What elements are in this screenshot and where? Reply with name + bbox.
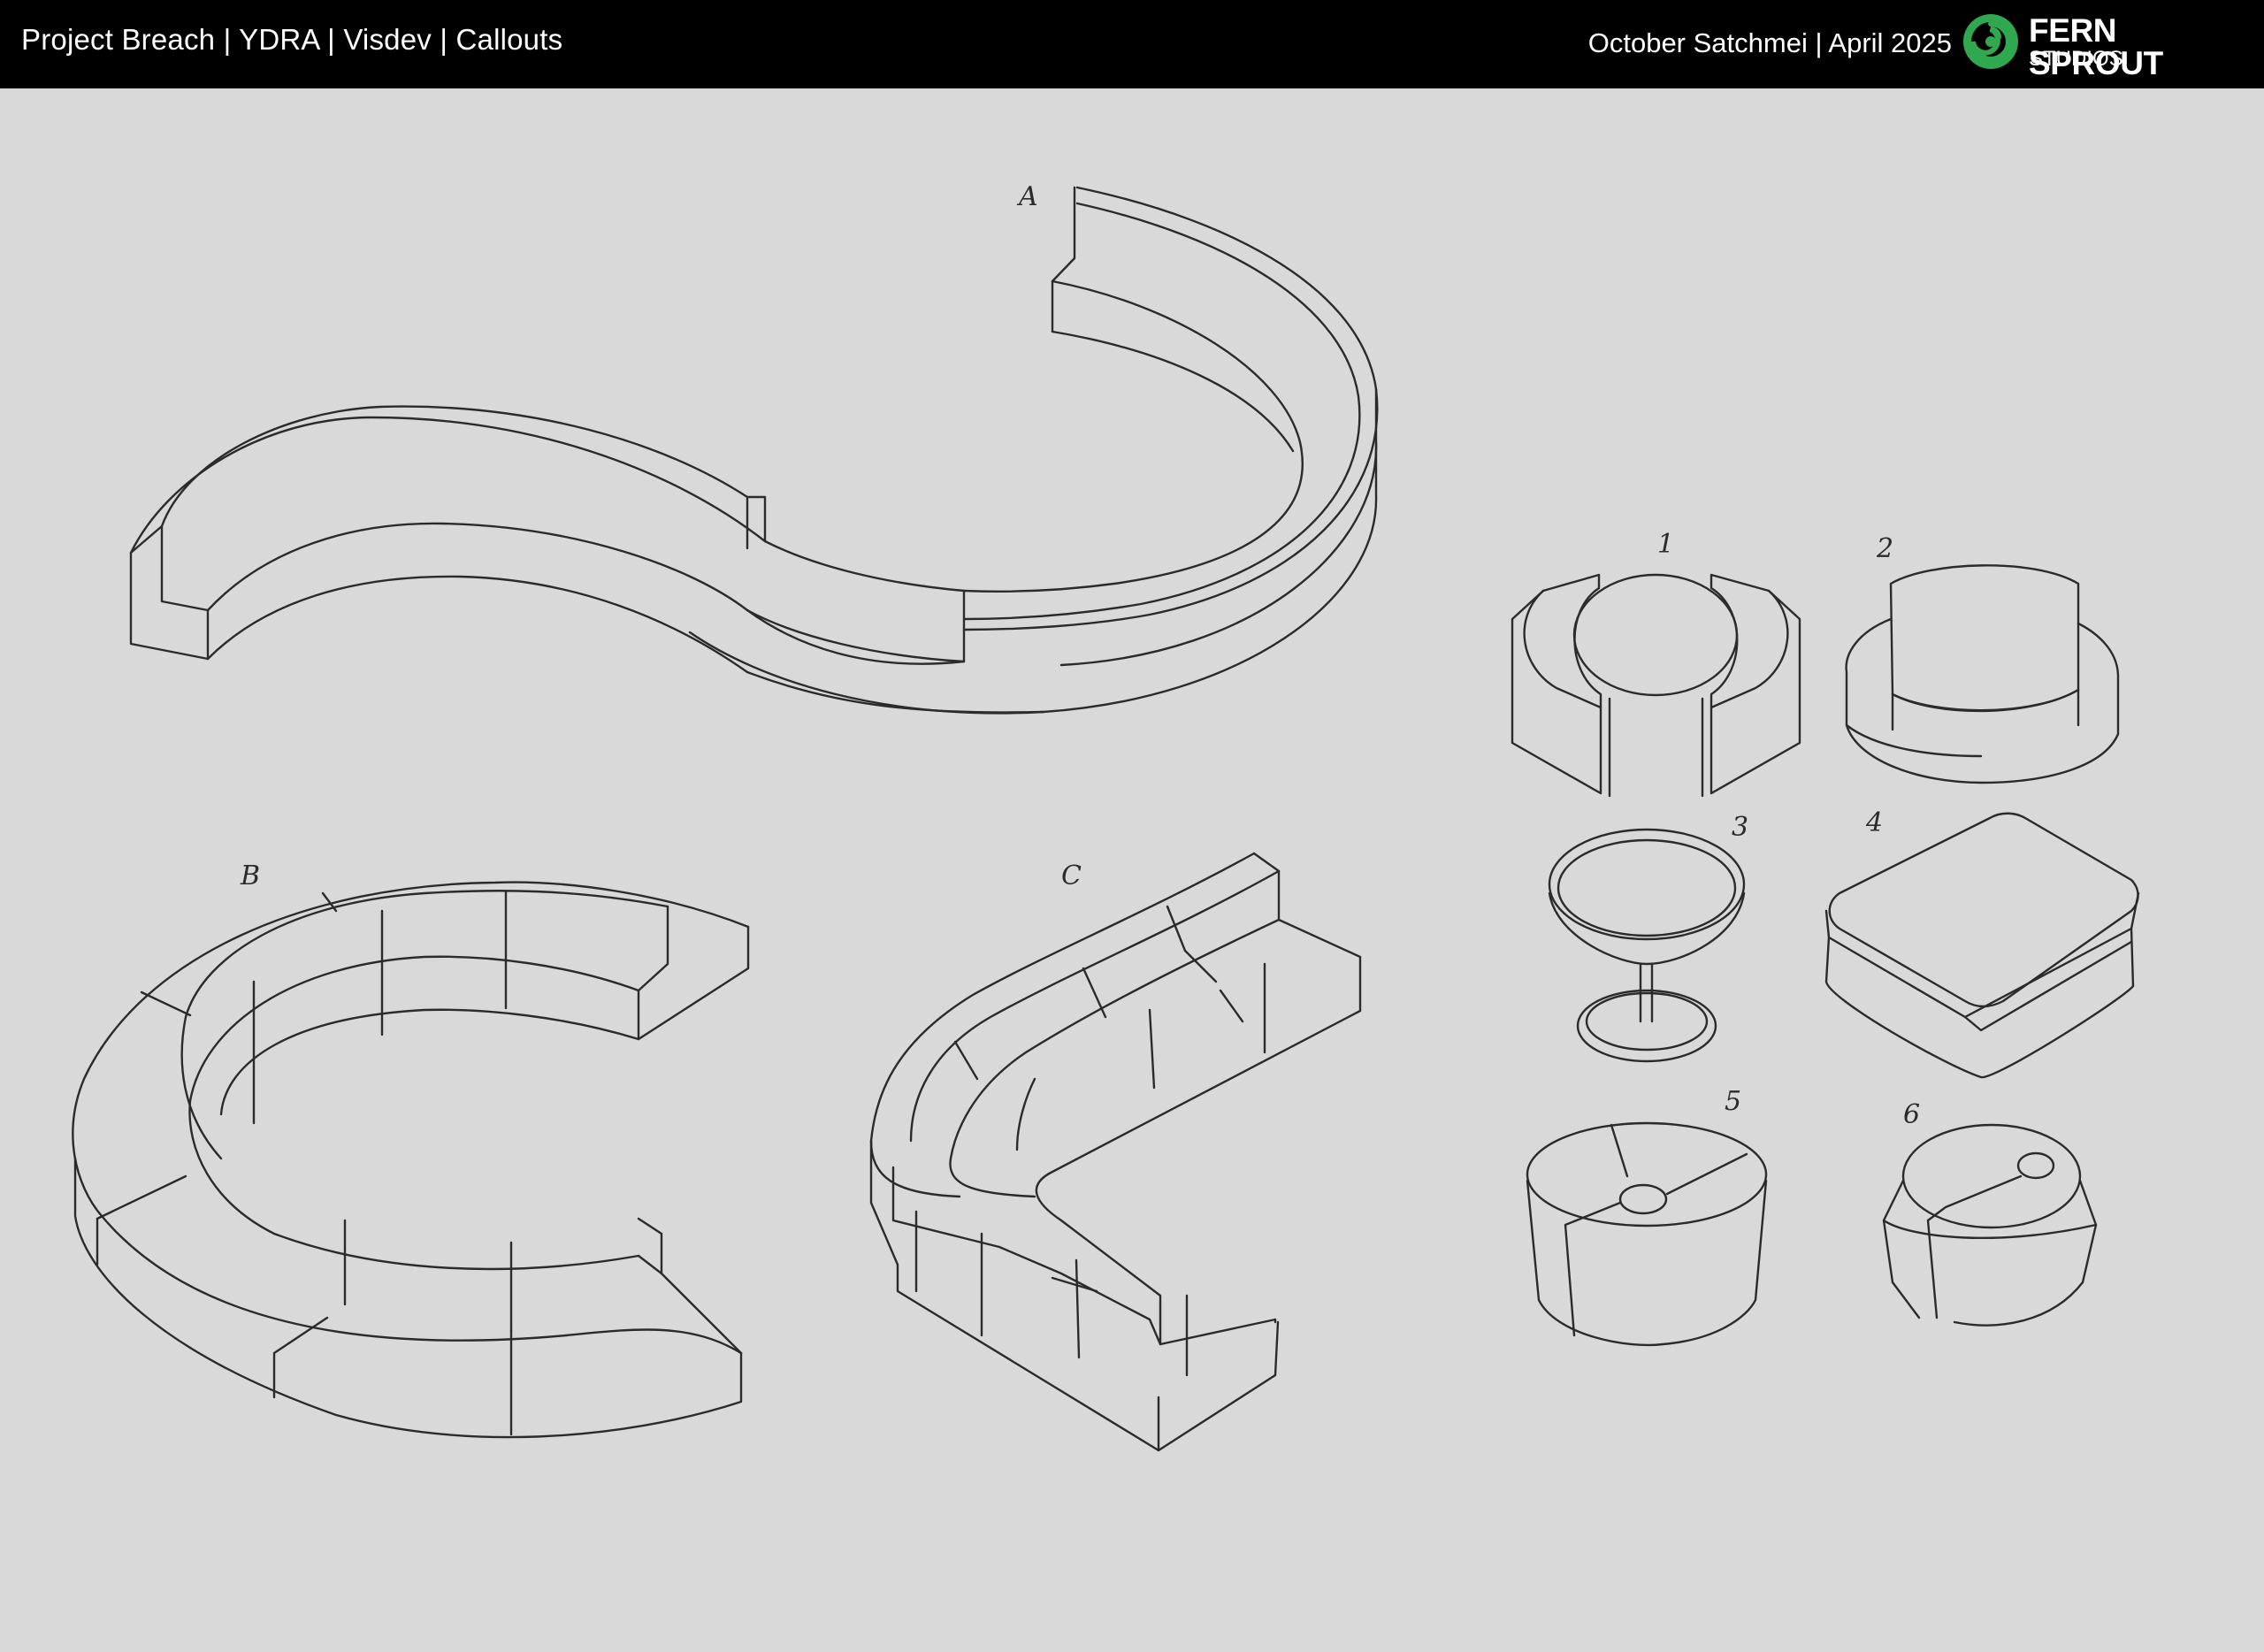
label-2: 2 xyxy=(1876,533,1893,564)
item-2-sketch: 2 xyxy=(1845,533,2120,784)
item-1-sketch: 1 xyxy=(1511,529,1801,798)
label-5: 5 xyxy=(1725,1086,1741,1117)
studio-logo: FERN SPROUT STUDIOS xyxy=(1962,11,2253,81)
brand-sub: STUDIOS xyxy=(2029,47,2123,71)
item-3-sketch: 3 xyxy=(1548,812,1748,1063)
label-4: 4 xyxy=(1865,807,1883,838)
page-header: Project Breach | YDRA | Visdev | Callout… xyxy=(0,0,2264,88)
sofa-a-sketch: A xyxy=(129,181,1379,715)
sofa-b-sketch: B xyxy=(72,860,750,1439)
item-5-sketch: 5 xyxy=(1526,1086,1768,1347)
label-3: 3 xyxy=(1732,812,1748,843)
author-date: October Satchmei | April 2025 xyxy=(1587,27,1952,58)
item-4-sketch: 4 xyxy=(1824,807,2140,1079)
sofa-c-sketch: C xyxy=(869,852,1362,1452)
label-b: B xyxy=(240,860,260,891)
label-1: 1 xyxy=(1657,529,1674,560)
page-title: Project Breach | YDRA | Visdev | Callout… xyxy=(21,23,563,56)
sketch-canvas: A B C 1 2 3 4 5 6 xyxy=(72,181,2140,1452)
fern-spiral-icon xyxy=(1963,14,2018,69)
label-c: C xyxy=(1061,860,1082,891)
item-6-sketch: 6 xyxy=(1882,1099,2098,1327)
label-6: 6 xyxy=(1903,1099,1920,1130)
label-a: A xyxy=(1016,181,1038,212)
